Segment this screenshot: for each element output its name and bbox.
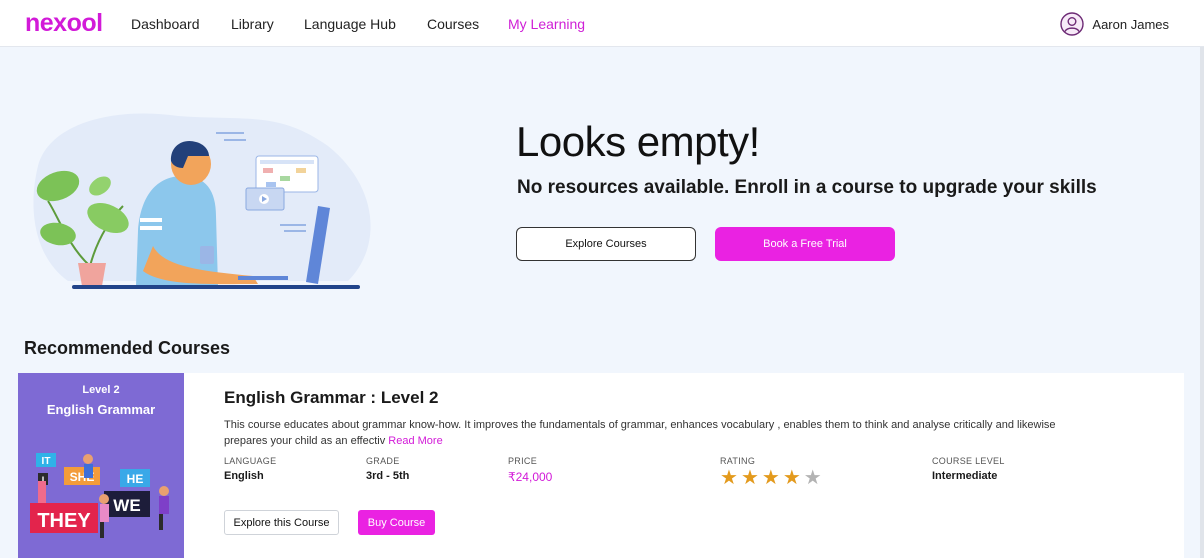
user-avatar-icon [1060, 12, 1085, 36]
nav-dashboard[interactable]: Dashboard [131, 16, 200, 32]
meta-course-level: COURSE LEVEL Intermediate [932, 456, 1005, 482]
empty-state-title: Looks empty! [516, 118, 760, 165]
grade-value: 3rd - 5th [366, 470, 410, 482]
empty-state-subtitle: No resources available. Enroll in a cour… [517, 177, 1097, 198]
user-name: Aaron James [1092, 16, 1169, 32]
word-it: IT [42, 456, 51, 467]
language-label: LANGUAGE [224, 456, 277, 466]
page-scrollbar[interactable] [1200, 47, 1204, 558]
empty-state-illustration [33, 113, 371, 289]
recommended-courses-heading: Recommended Courses [24, 338, 231, 358]
meta-price: PRICE ₹24,000 [508, 456, 552, 484]
nav-library[interactable]: Library [231, 16, 274, 32]
language-value: English [224, 470, 264, 482]
course-level-value: Intermediate [932, 470, 998, 482]
explore-courses-button[interactable]: Explore Courses [516, 227, 696, 261]
meta-rating: RATING ★ ★ ★ ★ ★ [720, 456, 822, 488]
course-level-label: COURSE LEVEL [932, 456, 1005, 466]
price-value: ₹24,000 [508, 470, 553, 484]
word-we: WE [113, 496, 140, 515]
star-filled-icon: ★ [740, 467, 759, 489]
course-thumbnail[interactable]: Level 2 English Grammar IT I SHE HE WE T… [18, 373, 184, 558]
buy-course-button[interactable]: Buy Course [358, 510, 435, 535]
rating-label: RATING [720, 456, 756, 466]
pronouns-illustration: IT I SHE HE WE THEY [30, 453, 169, 538]
rating-stars: ★ ★ ★ ★ ★ [720, 468, 822, 488]
nav-my-learning[interactable]: My Learning [508, 16, 585, 32]
star-filled-icon: ★ [782, 467, 801, 489]
course-title[interactable]: English Grammar : Level 2 [224, 388, 438, 408]
course-description: This course educates about grammar know-… [224, 419, 1056, 447]
logo[interactable]: nexool [25, 9, 103, 38]
word-he: HE [127, 472, 144, 486]
nav-courses[interactable]: Courses [427, 16, 479, 32]
explore-this-course-button[interactable]: Explore this Course [224, 510, 339, 535]
price-label: PRICE [508, 456, 538, 466]
thumbnail-level: Level 2 [82, 384, 120, 396]
meta-grade: GRADE 3rd - 5th [366, 456, 409, 482]
star-empty-icon: ★ [803, 467, 822, 489]
word-they: THEY [37, 510, 91, 532]
course-card: Level 2 English Grammar IT I SHE HE WE T… [18, 373, 1184, 558]
read-more-link[interactable]: Read More [388, 435, 442, 447]
user-menu[interactable]: Aaron James [1060, 11, 1169, 37]
top-navbar: nexool Dashboard Library Language Hub Co… [0, 0, 1204, 47]
meta-language: LANGUAGE English [224, 456, 276, 482]
nav-language-hub[interactable]: Language Hub [304, 16, 396, 32]
star-filled-icon: ★ [720, 467, 738, 489]
book-free-trial-button[interactable]: Book a Free Trial [715, 227, 895, 261]
star-filled-icon: ★ [761, 467, 780, 489]
grade-label: GRADE [366, 456, 400, 466]
thumbnail-title: English Grammar [46, 402, 156, 417]
